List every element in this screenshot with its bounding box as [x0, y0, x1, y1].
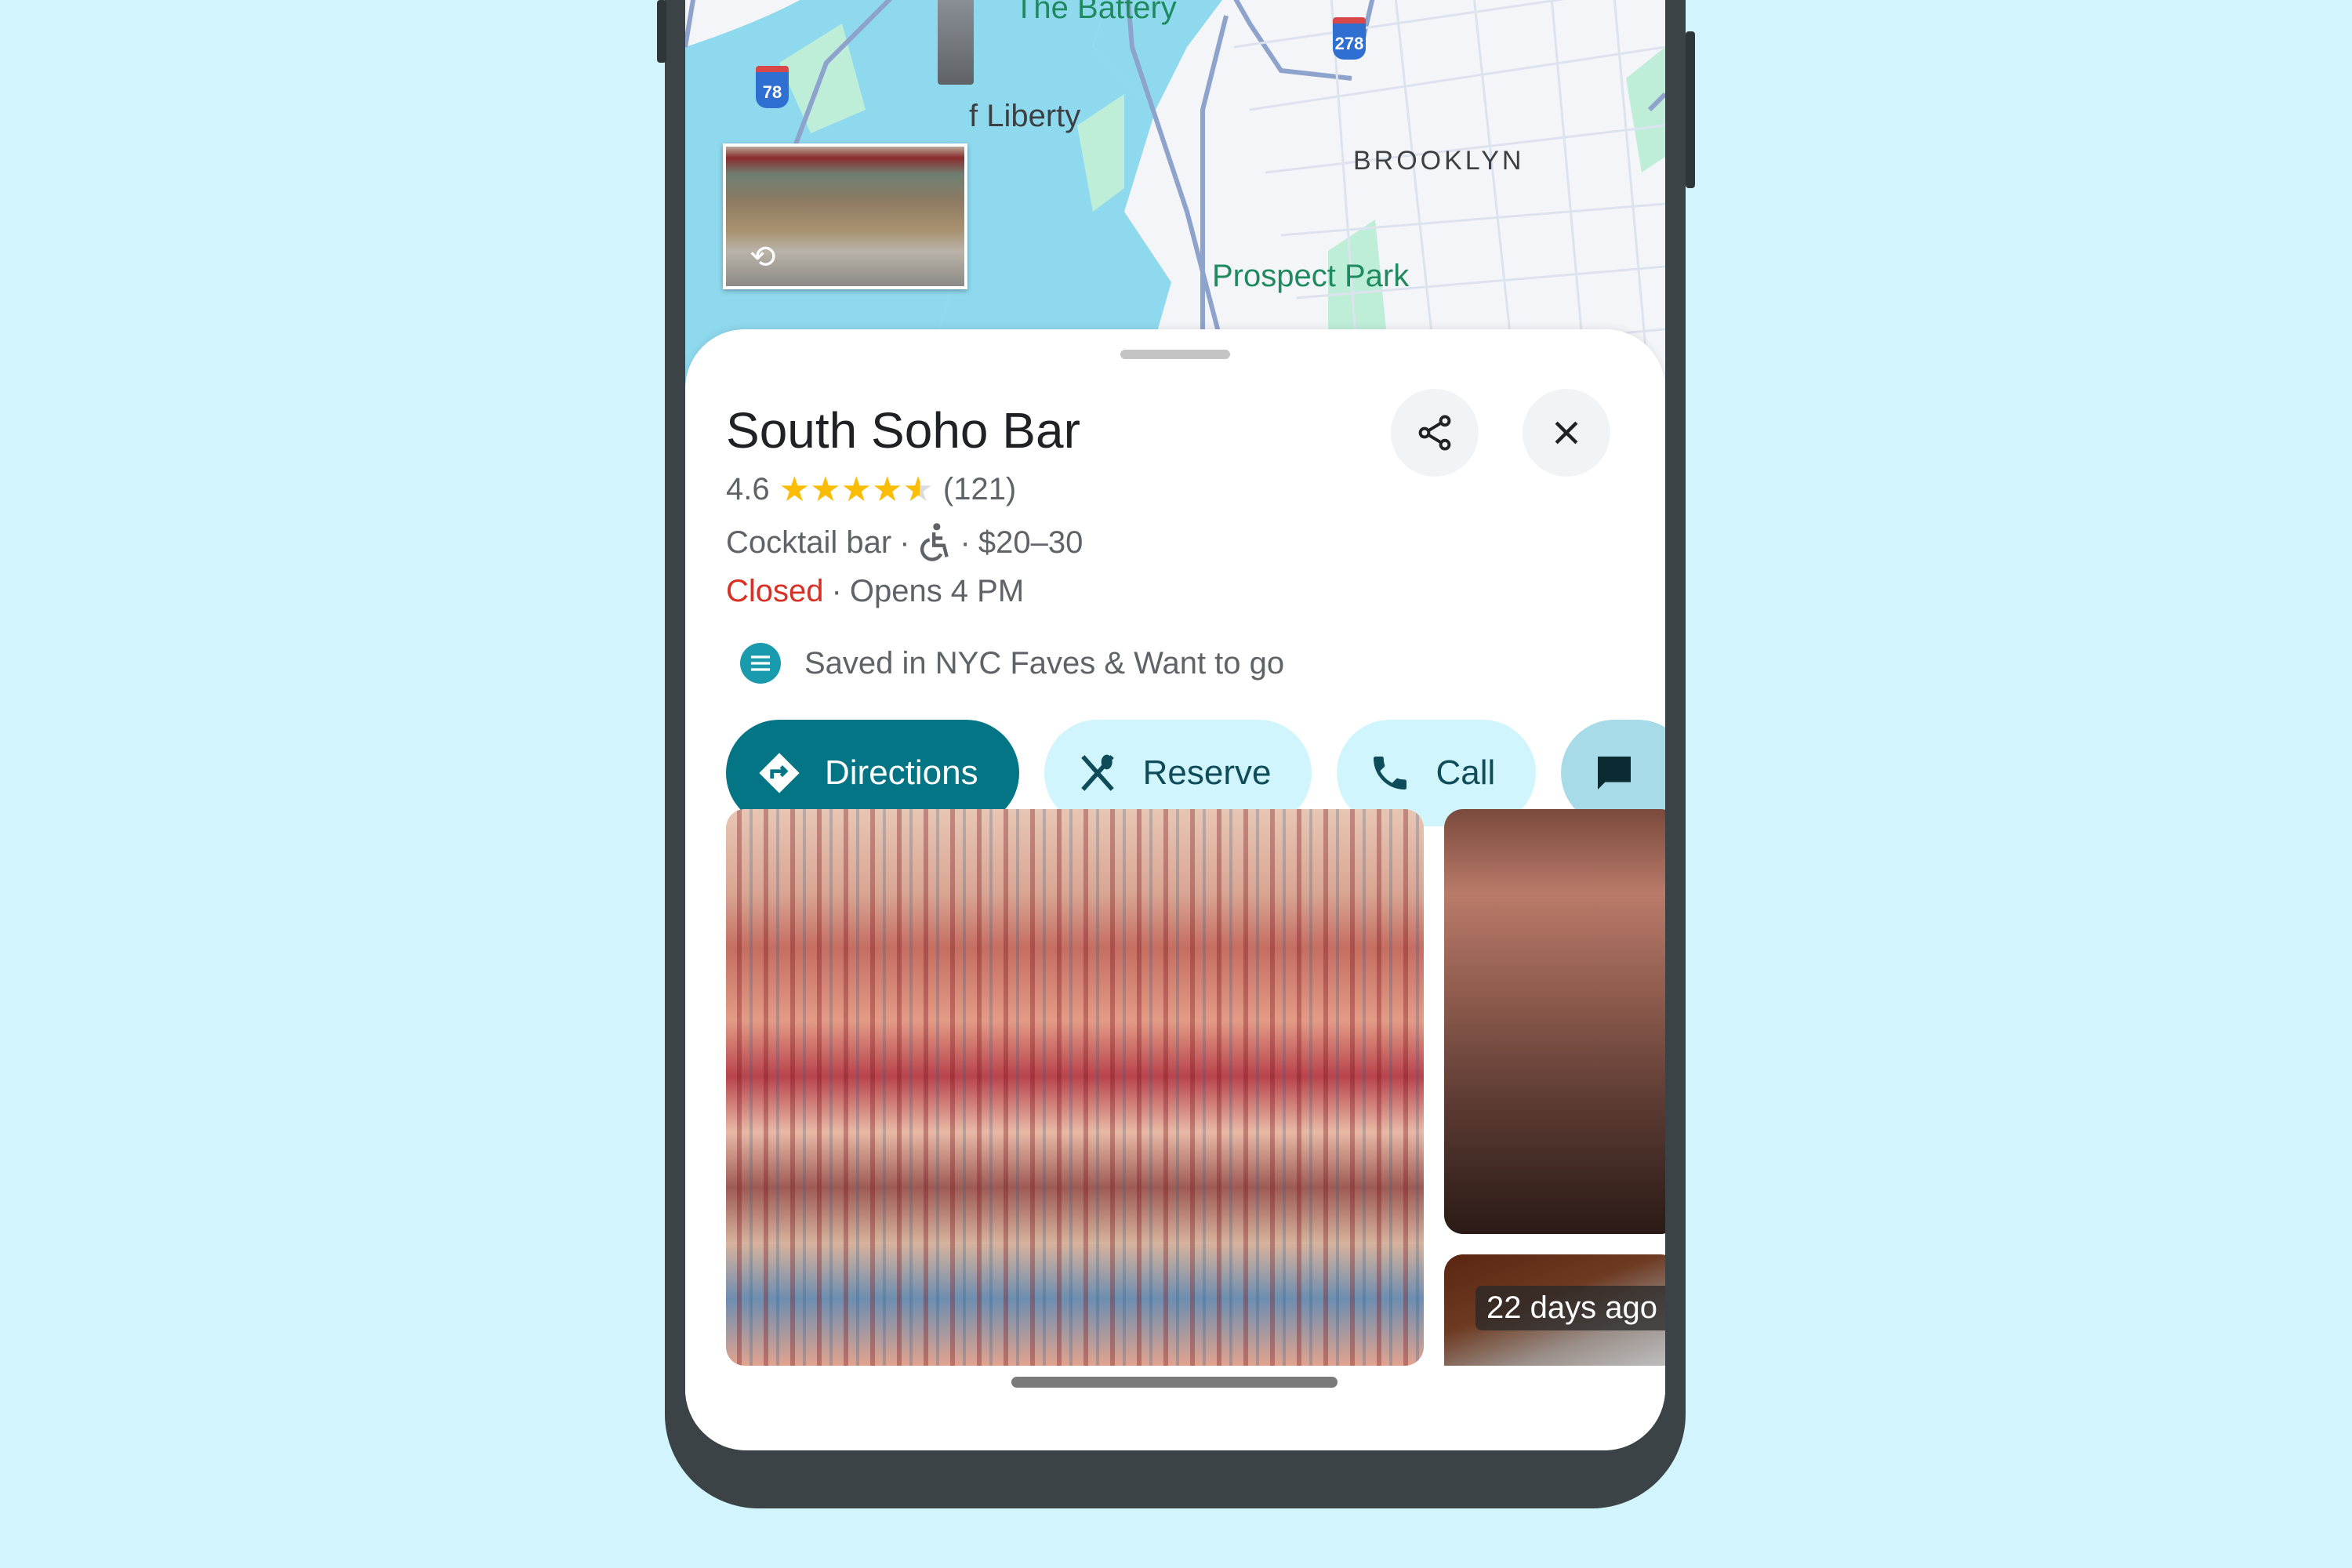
phone-icon	[1368, 751, 1412, 795]
highway-shield-78: 78	[756, 66, 789, 108]
place-sheet: South Soho Bar 4.6 ★ ★ ★ ★ ★ (121) Cockt…	[685, 329, 1665, 1450]
hours-row[interactable]: Closed · Opens 4 PM	[726, 574, 1024, 609]
wheelchair-accessible-icon	[920, 523, 949, 561]
open-status: Closed	[726, 574, 824, 608]
share-button[interactable]	[1391, 389, 1479, 477]
star-icon: ★	[871, 470, 903, 509]
directions-label: Directions	[825, 753, 978, 792]
star-half-icon: ★	[902, 470, 934, 509]
photo-bar-interior[interactable]	[1444, 809, 1665, 1234]
phone-side-button	[657, 0, 666, 63]
statue-of-liberty-icon[interactable]	[938, 0, 974, 85]
close-icon	[1555, 421, 1578, 445]
star-icon: ★	[810, 470, 841, 509]
saved-text: Saved in NYC Faves & Want to go	[804, 645, 1285, 681]
opening-hours: Opens 4 PM	[849, 574, 1025, 608]
rating-row[interactable]: 4.6 ★ ★ ★ ★ ★ (121)	[726, 472, 1016, 507]
photo-recent[interactable]: 22 days ago	[1444, 1254, 1665, 1366]
map-label-prospect-park: Prospect Park	[1212, 259, 1410, 293]
phone-frame: The Battery f Liberty BROOKLYN Prospect …	[657, 0, 1695, 1508]
call-label: Call	[1436, 753, 1496, 792]
directions-icon	[757, 751, 801, 795]
photo-gallery: 22 days ago	[726, 809, 1665, 1366]
home-indicator[interactable]	[1011, 1377, 1338, 1388]
reserve-label: Reserve	[1142, 753, 1272, 792]
saved-list-icon	[740, 643, 781, 684]
photo-main-bar-shelves[interactable]	[726, 809, 1424, 1366]
drag-handle[interactable]	[1120, 350, 1230, 359]
place-title: South Soho Bar	[726, 402, 1080, 459]
map-label-statue-of-liberty: f Liberty	[969, 99, 1081, 133]
review-count[interactable]: (121)	[943, 472, 1016, 507]
rating-value: 4.6	[726, 472, 770, 506]
fork-knife-icon	[1076, 751, 1120, 795]
star-icon: ★	[779, 470, 811, 509]
rating-stars: ★ ★ ★ ★ ★	[779, 470, 934, 509]
category-row: Cocktail bar · · $20–30	[726, 522, 1083, 563]
street-view-360-icon: ⟲	[750, 240, 776, 274]
price-range: $20–30	[978, 524, 1083, 560]
phone-power-button	[1686, 31, 1695, 188]
map-label-brooklyn: BROOKLYN	[1353, 146, 1525, 176]
category: Cocktail bar	[726, 524, 892, 560]
message-icon	[1592, 751, 1636, 795]
phone-screen: The Battery f Liberty BROOKLYN Prospect …	[685, 0, 1665, 1450]
saved-row[interactable]: Saved in NYC Faves & Want to go	[726, 643, 1284, 684]
share-icon	[1418, 415, 1451, 451]
separator: ·	[899, 524, 910, 560]
highway-shield-278: 278	[1333, 17, 1366, 60]
map-label-battery: The Battery	[1014, 0, 1177, 25]
photo-age-badge: 22 days ago	[1475, 1286, 1665, 1330]
separator: ·	[960, 524, 971, 560]
close-button[interactable]	[1523, 389, 1610, 477]
street-view-thumbnail[interactable]: ⟲	[723, 143, 967, 289]
star-icon: ★	[840, 470, 872, 509]
separator: ·	[831, 574, 842, 608]
